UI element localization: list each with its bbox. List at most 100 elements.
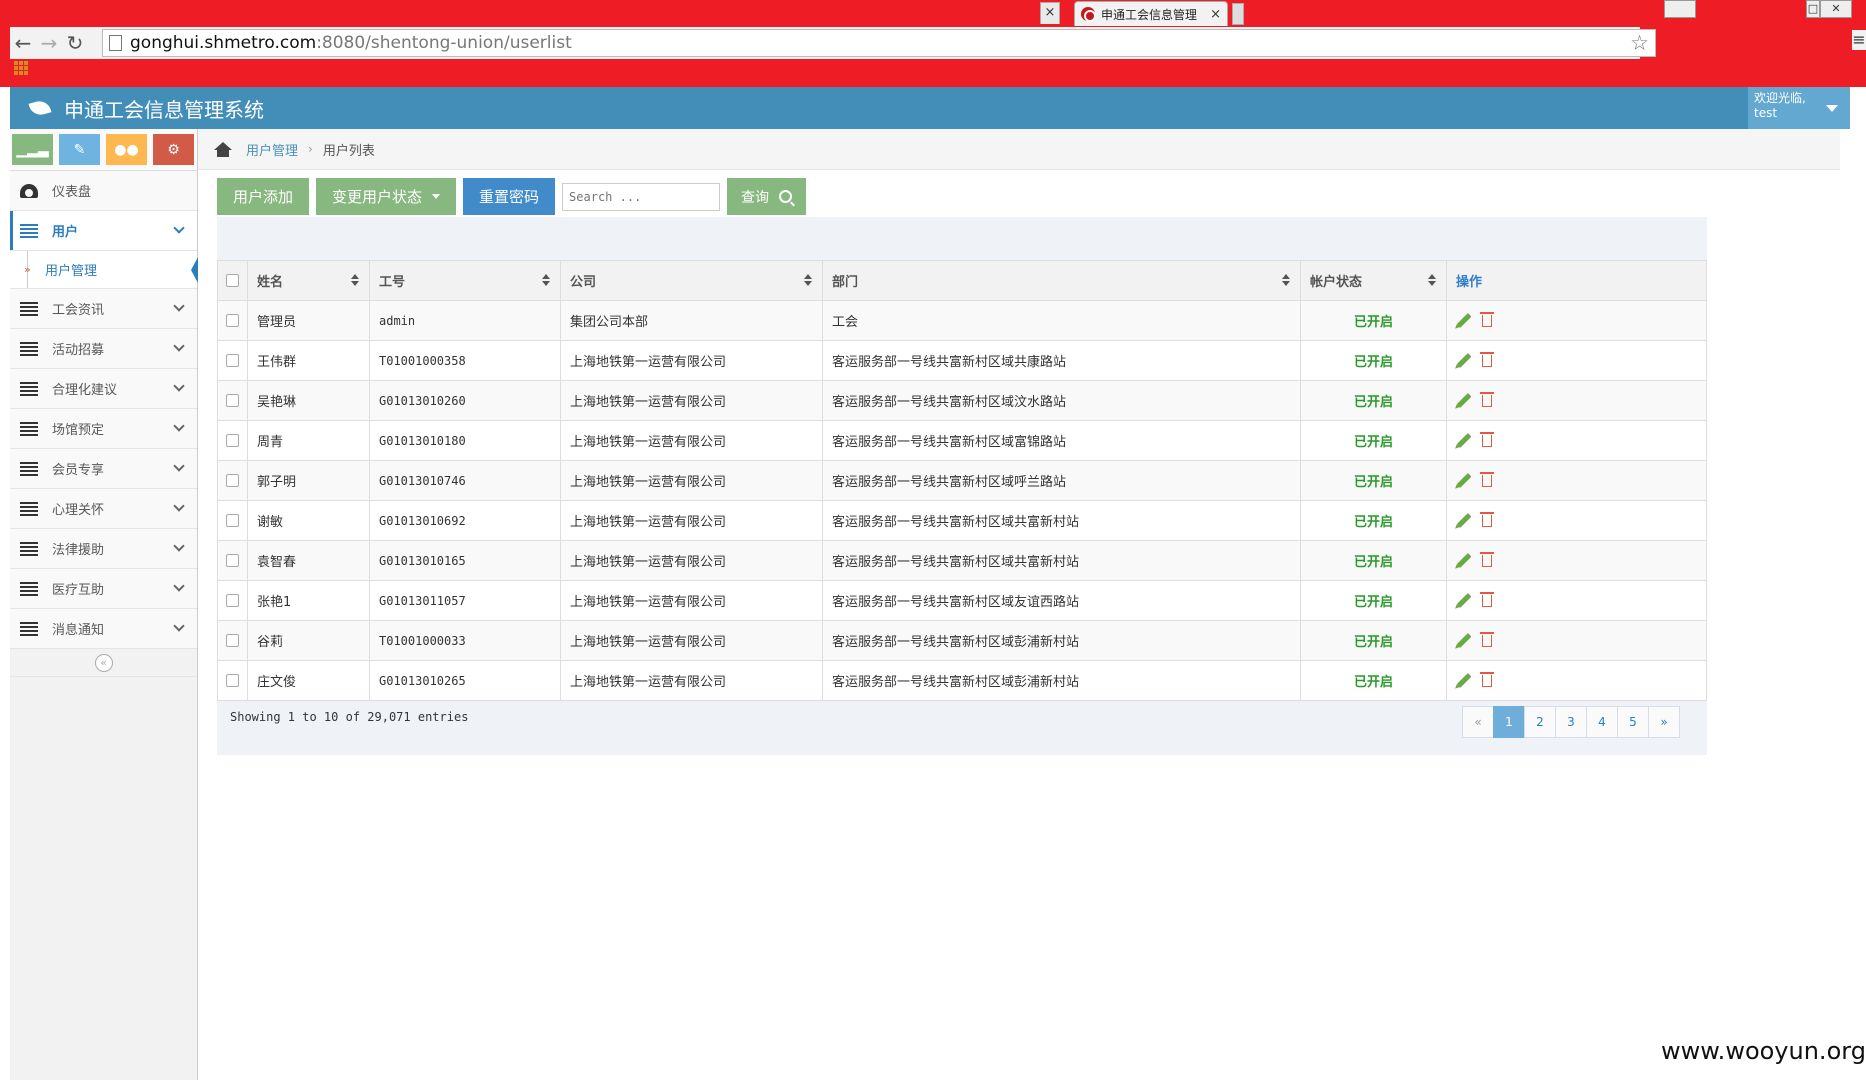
tab-close-icon[interactable]: ×	[1040, 2, 1060, 24]
sidebar-item-notifications[interactable]: 消息通知	[10, 609, 197, 649]
column-header-name[interactable]: 姓名	[247, 260, 370, 301]
delete-trash-icon[interactable]	[1480, 431, 1494, 447]
sidebar-item-legal-aid[interactable]: 法律援助	[10, 529, 197, 569]
caret-down-icon	[1826, 105, 1838, 112]
delete-trash-icon[interactable]	[1480, 391, 1494, 407]
signal-icon[interactable]: ▁▂▃	[12, 134, 53, 165]
tab-close-icon[interactable]: ×	[1210, 7, 1221, 22]
sidebar-item-mental-care[interactable]: 心理关怀	[10, 489, 197, 529]
cogs-icon[interactable]: ⚙	[153, 134, 194, 165]
reload-icon[interactable]: ↻	[62, 30, 88, 56]
page-button-3[interactable]: 3	[1555, 706, 1587, 738]
cell-department: 客运服务部一号线共富新村区域共康路站	[822, 340, 1301, 381]
delete-trash-icon[interactable]	[1480, 671, 1494, 687]
browser-tab-active[interactable]: 申通工会信息管理 ×	[1074, 1, 1228, 26]
browser-menu-icon[interactable]: ≡	[1852, 30, 1866, 50]
query-button[interactable]: 查询	[727, 178, 807, 215]
column-header-label: 工号	[379, 275, 406, 290]
sidebar-item-suggestions[interactable]: 合理化建议	[10, 369, 197, 409]
sidebar-subitem-user-management[interactable]: » 用户管理	[10, 251, 198, 289]
close-window-icon[interactable]: ✕	[1820, 0, 1852, 18]
page-button-1[interactable]: 1	[1493, 706, 1525, 738]
edit-pencil-icon[interactable]	[1456, 553, 1472, 568]
search-input[interactable]	[562, 182, 721, 211]
pagination: « 1 2 3 4 5 »	[1462, 706, 1680, 738]
new-tab-button[interactable]	[1232, 3, 1244, 25]
apps-grid-icon[interactable]	[14, 61, 28, 75]
edit-pencil-icon[interactable]	[1456, 593, 1472, 608]
delete-trash-icon[interactable]	[1480, 511, 1494, 527]
select-all-checkbox[interactable]	[226, 274, 239, 287]
add-user-button[interactable]: 用户添加	[217, 178, 310, 215]
page-next-button[interactable]: »	[1648, 706, 1680, 738]
column-header-company[interactable]: 公司	[560, 260, 823, 301]
home-icon[interactable]	[214, 142, 232, 157]
sidebar-item-union-news[interactable]: 工会资讯	[10, 289, 197, 329]
row-select-cell	[217, 580, 248, 621]
chevron-down-icon	[173, 620, 185, 632]
row-checkbox[interactable]	[226, 474, 239, 487]
cell-company: 上海地铁第一运营有限公司	[560, 540, 823, 581]
row-select-cell	[217, 460, 248, 501]
sidebar-item-label: 会员专享	[52, 463, 105, 478]
table-row: 王伟群 T01001000358 上海地铁第一运营有限公司 客运服务部一号线共富…	[217, 340, 1707, 381]
row-checkbox[interactable]	[226, 634, 239, 647]
edit-pencil-icon[interactable]	[1456, 433, 1472, 448]
edit-pencil-icon[interactable]	[1456, 313, 1472, 328]
status-badge: 已开启	[1300, 380, 1447, 421]
sidebar-item-medical-aid[interactable]: 医疗互助	[10, 569, 197, 609]
list-icon	[20, 501, 38, 516]
app-brand[interactable]: 申通工会信息管理系统	[28, 87, 264, 129]
delete-trash-icon[interactable]	[1480, 591, 1494, 607]
row-checkbox[interactable]	[226, 354, 239, 367]
edit-pencil-icon[interactable]	[1456, 353, 1472, 368]
page-button-5[interactable]: 5	[1617, 706, 1649, 738]
edit-pencil-icon[interactable]	[1456, 633, 1472, 648]
back-arrow-icon[interactable]: ←	[10, 30, 36, 56]
row-checkbox[interactable]	[226, 394, 239, 407]
reset-password-button[interactable]: 重置密码	[463, 178, 556, 215]
column-header-department[interactable]: 部门	[822, 260, 1301, 301]
page-button-4[interactable]: 4	[1586, 706, 1618, 738]
double-angle-left-icon[interactable]: «	[94, 653, 113, 672]
edit-pencil-icon[interactable]	[1456, 473, 1472, 488]
row-checkbox[interactable]	[226, 594, 239, 607]
row-checkbox[interactable]	[226, 514, 239, 527]
edit-pencil-icon[interactable]	[1456, 673, 1472, 688]
sidebar-item-venue-booking[interactable]: 场馆预定	[10, 409, 197, 449]
sidebar-item-users[interactable]: 用户	[10, 211, 197, 251]
maximize-icon[interactable]: □	[1806, 0, 1820, 18]
address-bar[interactable]: gonghui.shmetro.com:8080/shentong-union/…	[102, 29, 1656, 57]
pencil-shortcut-icon[interactable]: ✎	[59, 134, 100, 165]
row-checkbox[interactable]	[226, 314, 239, 327]
sidebar-item-label: 合理化建议	[52, 383, 118, 398]
minimize-icon[interactable]	[1664, 0, 1696, 18]
sidebar-item-member-exclusive[interactable]: 会员专享	[10, 449, 197, 489]
status-badge: 已开启	[1300, 580, 1447, 621]
delete-trash-icon[interactable]	[1480, 351, 1494, 367]
delete-trash-icon[interactable]	[1480, 311, 1494, 327]
chevron-down-icon	[173, 380, 185, 392]
group-icon[interactable]: ●●	[106, 134, 147, 165]
row-checkbox[interactable]	[226, 674, 239, 687]
column-header-job-no[interactable]: 工号	[369, 260, 561, 301]
sidebar-item-dashboard[interactable]: 仪表盘	[10, 171, 197, 211]
forward-arrow-icon[interactable]: →	[36, 30, 62, 56]
delete-trash-icon[interactable]	[1480, 471, 1494, 487]
delete-trash-icon[interactable]	[1480, 551, 1494, 567]
row-checkbox[interactable]	[226, 434, 239, 447]
delete-trash-icon[interactable]	[1480, 631, 1494, 647]
bookmark-star-icon[interactable]: ☆	[1630, 31, 1649, 55]
row-checkbox[interactable]	[226, 554, 239, 567]
column-header-status[interactable]: 帐户状态	[1300, 260, 1447, 301]
edit-pencil-icon[interactable]	[1456, 513, 1472, 528]
page-prev-button[interactable]: «	[1462, 706, 1494, 738]
breadcrumb-link-user-management[interactable]: 用户管理	[246, 140, 298, 159]
sidebar-item-activity-recruit[interactable]: 活动招募	[10, 329, 197, 369]
edit-pencil-icon[interactable]	[1456, 393, 1472, 408]
page-button-2[interactable]: 2	[1524, 706, 1556, 738]
user-menu[interactable]: 欢迎光临, test	[1748, 87, 1850, 129]
change-status-button[interactable]: 变更用户状态	[316, 178, 457, 215]
cell-company: 上海地铁第一运营有限公司	[560, 380, 823, 421]
cell-name: 吴艳琳	[247, 380, 370, 421]
